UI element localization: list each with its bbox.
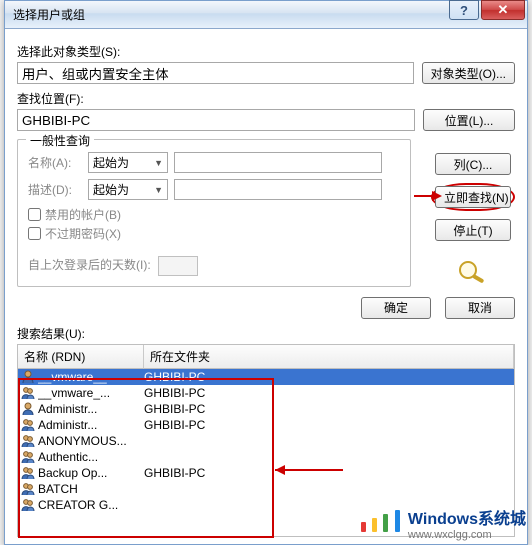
dialog-select-user-or-group: 选择用户或组 ? ✕ 选择此对象类型(S): 对象类型(O)... 查找位置(F… xyxy=(4,0,528,545)
row-name: __vmware__ xyxy=(38,370,144,384)
results-row[interactable]: ANONYMOUS... xyxy=(18,433,514,449)
results-row[interactable]: BATCH xyxy=(18,481,514,497)
results-row[interactable]: __vmware_...GHBIBI-PC xyxy=(18,385,514,401)
results-row[interactable]: Authentic... xyxy=(18,449,514,465)
row-name: Administr... xyxy=(38,418,144,432)
no-expire-label: 不过期密码(X) xyxy=(45,225,121,242)
group-icon xyxy=(20,466,36,480)
general-query-group: 一般性查询 名称(A): 起始为 ▼ 描述(D): 起始为 ▼ 禁用的 xyxy=(17,139,411,287)
stop-button[interactable]: 停止(T) xyxy=(435,219,511,241)
disabled-accounts-label: 禁用的帐户(B) xyxy=(45,206,121,223)
group-icon xyxy=(20,434,36,448)
close-icon: ✕ xyxy=(498,2,509,18)
row-folder: GHBIBI-PC xyxy=(144,386,514,400)
results-row[interactable]: Administr...GHBIBI-PC xyxy=(18,417,514,433)
cancel-button[interactable]: 取消 xyxy=(445,297,515,319)
name-input[interactable] xyxy=(174,152,382,173)
locations-button[interactable]: 位置(L)... xyxy=(423,109,515,131)
row-folder: GHBIBI-PC xyxy=(144,370,514,384)
group-icon xyxy=(20,498,36,512)
group-icon xyxy=(20,482,36,496)
object-type-label: 选择此对象类型(S): xyxy=(17,43,515,60)
desc-label: 描述(D): xyxy=(28,181,88,198)
group-icon xyxy=(20,450,36,464)
disabled-accounts-checkbox[interactable] xyxy=(28,208,41,221)
row-name: CREATOR G... xyxy=(38,498,144,512)
row-folder: GHBIBI-PC xyxy=(144,402,514,416)
results-row[interactable]: Backup Op...GHBIBI-PC xyxy=(18,465,514,481)
annotation-arrow-head-2 xyxy=(275,465,285,475)
titlebar: 选择用户或组 ? ✕ xyxy=(5,1,527,29)
object-types-button[interactable]: 对象类型(O)... xyxy=(422,62,515,84)
row-name: __vmware_... xyxy=(38,386,144,400)
user-icon xyxy=(20,370,36,384)
days-since-logon-input[interactable] xyxy=(158,256,198,276)
col-header-name[interactable]: 名称 (RDN) xyxy=(18,345,144,369)
side-buttons: 列(C)... 立即查找(N) 停止(T) xyxy=(431,153,515,283)
annotation-arrow-line xyxy=(414,195,434,197)
find-now-highlight: 立即查找(N) xyxy=(431,183,515,211)
results-row[interactable]: Administr...GHBIBI-PC xyxy=(18,401,514,417)
row-name: Authentic... xyxy=(38,450,144,464)
no-expire-checkbox[interactable] xyxy=(28,227,41,240)
window-title: 选择用户或组 xyxy=(13,6,85,23)
row-folder: GHBIBI-PC xyxy=(144,466,514,480)
annotation-arrow-head xyxy=(432,191,442,201)
row-name: ANONYMOUS... xyxy=(38,434,144,448)
find-now-button[interactable]: 立即查找(N) xyxy=(435,186,511,208)
days-since-logon-label: 自上次登录后的天数(I): xyxy=(28,256,151,273)
object-type-input[interactable] xyxy=(17,62,414,84)
chevron-down-icon: ▼ xyxy=(154,185,167,195)
location-label: 查找位置(F): xyxy=(17,90,515,107)
ok-button[interactable]: 确定 xyxy=(361,297,431,319)
row-name: Administr... xyxy=(38,402,144,416)
col-header-folder[interactable]: 所在文件夹 xyxy=(144,345,514,369)
group-legend: 一般性查询 xyxy=(26,132,94,149)
desc-match-select[interactable]: 起始为 ▼ xyxy=(88,179,168,200)
row-name: BATCH xyxy=(38,482,144,496)
results-header: 名称 (RDN) 所在文件夹 xyxy=(17,344,515,369)
chevron-down-icon: ▼ xyxy=(154,158,167,168)
columns-button[interactable]: 列(C)... xyxy=(435,153,511,175)
name-match-select[interactable]: 起始为 ▼ xyxy=(88,152,168,173)
annotation-arrow-line-2 xyxy=(275,469,343,471)
location-input[interactable] xyxy=(17,109,415,131)
user-icon xyxy=(20,402,36,416)
close-button[interactable]: ✕ xyxy=(481,0,525,20)
group-icon xyxy=(20,418,36,432)
magnifier-icon xyxy=(457,259,489,283)
results-row[interactable]: CREATOR G... xyxy=(18,497,514,513)
name-label: 名称(A): xyxy=(28,154,88,171)
row-name: Backup Op... xyxy=(38,466,144,480)
help-button[interactable]: ? xyxy=(449,0,479,20)
results-label: 搜索结果(U): xyxy=(17,325,515,342)
results-row[interactable]: __vmware__GHBIBI-PC xyxy=(18,369,514,385)
desc-match-value: 起始为 xyxy=(93,181,129,198)
row-folder: GHBIBI-PC xyxy=(144,418,514,432)
results-list[interactable]: __vmware__GHBIBI-PC__vmware_...GHBIBI-PC… xyxy=(17,369,515,537)
help-icon: ? xyxy=(460,3,468,18)
name-match-value: 起始为 xyxy=(93,154,129,171)
group-icon xyxy=(20,386,36,400)
desc-input[interactable] xyxy=(174,179,382,200)
